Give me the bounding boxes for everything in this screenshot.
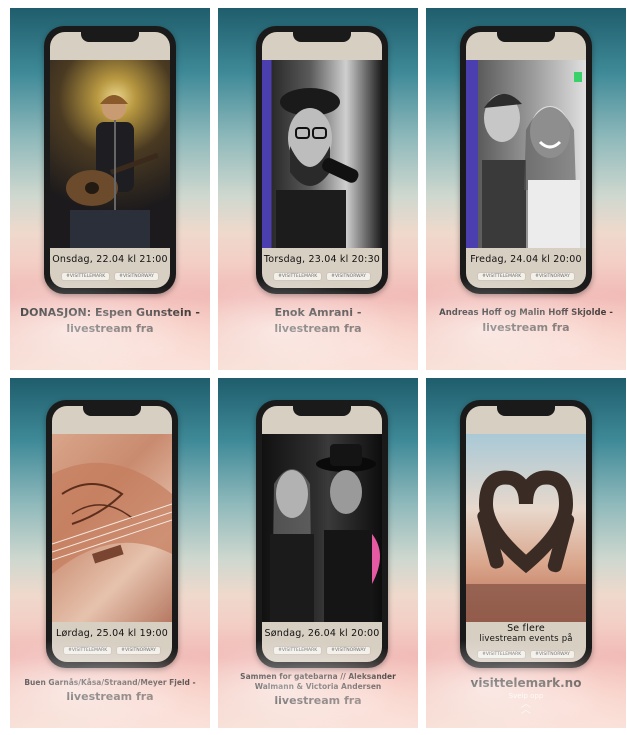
phone-notch xyxy=(497,32,555,42)
cta-text: Se flere livestream events på xyxy=(466,623,586,644)
hashtag-row: #VISITTELEMARK #VISITNORWAY xyxy=(262,646,382,655)
caption-line: Andreas Hoff og Malin Hoff Skjolde - xyxy=(439,308,613,318)
phone-screen: Lørdag, 25.04 kl 19:00 #VISITTELEMARK #V… xyxy=(52,406,172,662)
story-caption: Sammen for gatebarna // Aleksander Walma… xyxy=(218,672,418,707)
story-caption: Andreas Hoff og Malin Hoff Skjolde - liv… xyxy=(426,308,626,334)
performer-photo xyxy=(262,60,382,248)
cta-line: livestream events på xyxy=(479,634,573,644)
performer-photo xyxy=(466,60,586,248)
hashtag: #VISITTELEMARK xyxy=(477,272,527,281)
heart-hands-illustration xyxy=(466,470,586,622)
story-caption: Buen Garnås/Kåsa/Straand/Meyer Fjeld - l… xyxy=(10,678,210,703)
hashtag: #VISITTELEMARK xyxy=(477,650,527,659)
caption-line: DONASJON: Espen Gunstein - xyxy=(19,306,200,319)
story-panel-6: Se flere livestream events på #VISITTELE… xyxy=(426,378,626,728)
event-date: Torsdag, 23.04 kl 20:30 xyxy=(263,254,381,265)
story-panel-2: Torsdag, 23.04 kl 20:30 #VISITTELEMARK #… xyxy=(218,8,418,370)
phone-mockup: Lørdag, 25.04 kl 19:00 #VISITTELEMARK #V… xyxy=(46,400,178,668)
singer-illustration xyxy=(276,88,359,248)
hashtag-row: #VISITTELEMARK #VISITNORWAY xyxy=(52,646,172,655)
caption-line: livestream fra xyxy=(482,321,570,334)
phone-screen: Onsdag, 22.04 kl 21:00 #VISITTELEMARK #V… xyxy=(50,32,170,288)
duo-illustration xyxy=(270,444,380,622)
event-date: Lørdag, 25.04 kl 19:00 xyxy=(56,628,168,639)
story-panel-1: Onsdag, 22.04 kl 21:00 #VISITTELEMARK #V… xyxy=(10,8,210,370)
event-date: Søndag, 26.04 kl 20:00 xyxy=(264,628,380,639)
story-grid: Onsdag, 22.04 kl 21:00 #VISITTELEMARK #V… xyxy=(0,0,627,735)
phone-screen: Fredag, 24.04 kl 20:00 #VISITTELEMARK #V… xyxy=(466,32,586,288)
caption-line: Buen Garnås/Kåsa/Straand/Meyer Fjeld - xyxy=(24,678,196,687)
chevron-up-icon[interactable]: ︿ ︿ xyxy=(426,700,626,716)
caption-line: livestream fra xyxy=(66,322,154,335)
phone-screen: Søndag, 26.04 kl 20:00 #VISITTELEMARK #V… xyxy=(262,406,382,662)
caption-line: livestream fra xyxy=(274,694,362,707)
caption-line: livestream fra xyxy=(274,322,362,335)
hashtag-row: #VISITTELEMARK #VISITNORWAY xyxy=(466,650,586,659)
phone-screen: Se flere livestream events på #VISITTELE… xyxy=(466,406,586,662)
hashtag: #VISITNORWAY xyxy=(326,272,371,281)
phone-notch xyxy=(293,32,351,42)
caption-line: livestream fra xyxy=(66,690,154,703)
story-panel-5: Søndag, 26.04 kl 20:00 #VISITTELEMARK #V… xyxy=(218,378,418,728)
event-date: Fredag, 24.04 kl 20:00 xyxy=(470,254,582,265)
performer-photo xyxy=(50,60,170,248)
story-panel-3: Fredag, 24.04 kl 20:00 #VISITTELEMARK #V… xyxy=(426,8,626,370)
story-caption: DONASJON: Espen Gunstein - livestream fr… xyxy=(10,306,210,335)
performer-photo xyxy=(262,434,382,622)
hashtag: #VISITNORWAY xyxy=(326,646,371,655)
website-link[interactable]: visittelemark.no xyxy=(426,676,626,690)
instrument-photo xyxy=(52,434,172,622)
hashtag: #VISITNORWAY xyxy=(116,646,161,655)
guitarist-illustration xyxy=(66,95,159,248)
caption-line: Enok Amrani - xyxy=(274,306,362,319)
event-date: Onsdag, 22.04 kl 21:00 xyxy=(52,254,168,265)
hashtag: #VISITTELEMARK xyxy=(61,272,111,281)
festival-photo xyxy=(466,434,586,622)
hashtag: #VISITTELEMARK xyxy=(63,646,113,655)
hashtag: #VISITNORWAY xyxy=(530,650,575,659)
phone-notch xyxy=(83,406,141,416)
phone-screen: Torsdag, 23.04 kl 20:30 #VISITTELEMARK #… xyxy=(262,32,382,288)
phone-notch xyxy=(497,406,555,416)
hardanger-fiddle-illustration xyxy=(52,462,172,574)
phone-mockup: Torsdag, 23.04 kl 20:30 #VISITTELEMARK #… xyxy=(256,26,388,294)
phone-mockup: Søndag, 26.04 kl 20:00 #VISITTELEMARK #V… xyxy=(256,400,388,668)
hashtag-row: #VISITTELEMARK #VISITNORWAY xyxy=(50,272,170,281)
duo-illustration xyxy=(482,72,582,248)
phone-notch xyxy=(81,32,139,42)
hashtag: #VISITNORWAY xyxy=(530,272,575,281)
story-caption: Enok Amrani - livestream fra xyxy=(218,306,418,335)
hashtag-row: #VISITTELEMARK #VISITNORWAY xyxy=(262,272,382,281)
caption-line: Walmann & Victoria Andersen xyxy=(254,682,382,691)
hashtag-row: #VISITTELEMARK #VISITNORWAY xyxy=(466,272,586,281)
cta-line: Se flere xyxy=(507,623,545,634)
hashtag: #VISITNORWAY xyxy=(114,272,159,281)
phone-mockup: Onsdag, 22.04 kl 21:00 #VISITTELEMARK #V… xyxy=(44,26,176,294)
hashtag: #VISITTELEMARK xyxy=(273,272,323,281)
website-caption[interactable]: visittelemark.no xyxy=(426,676,626,690)
caption-line: Sammen for gatebarna // Aleksander xyxy=(240,672,396,681)
hashtag: #VISITTELEMARK xyxy=(273,646,323,655)
phone-notch xyxy=(293,406,351,416)
story-panel-4: Lørdag, 25.04 kl 19:00 #VISITTELEMARK #V… xyxy=(10,378,210,728)
phone-mockup: Fredag, 24.04 kl 20:00 #VISITTELEMARK #V… xyxy=(460,26,592,294)
phone-mockup: Se flere livestream events på #VISITTELE… xyxy=(460,400,592,668)
